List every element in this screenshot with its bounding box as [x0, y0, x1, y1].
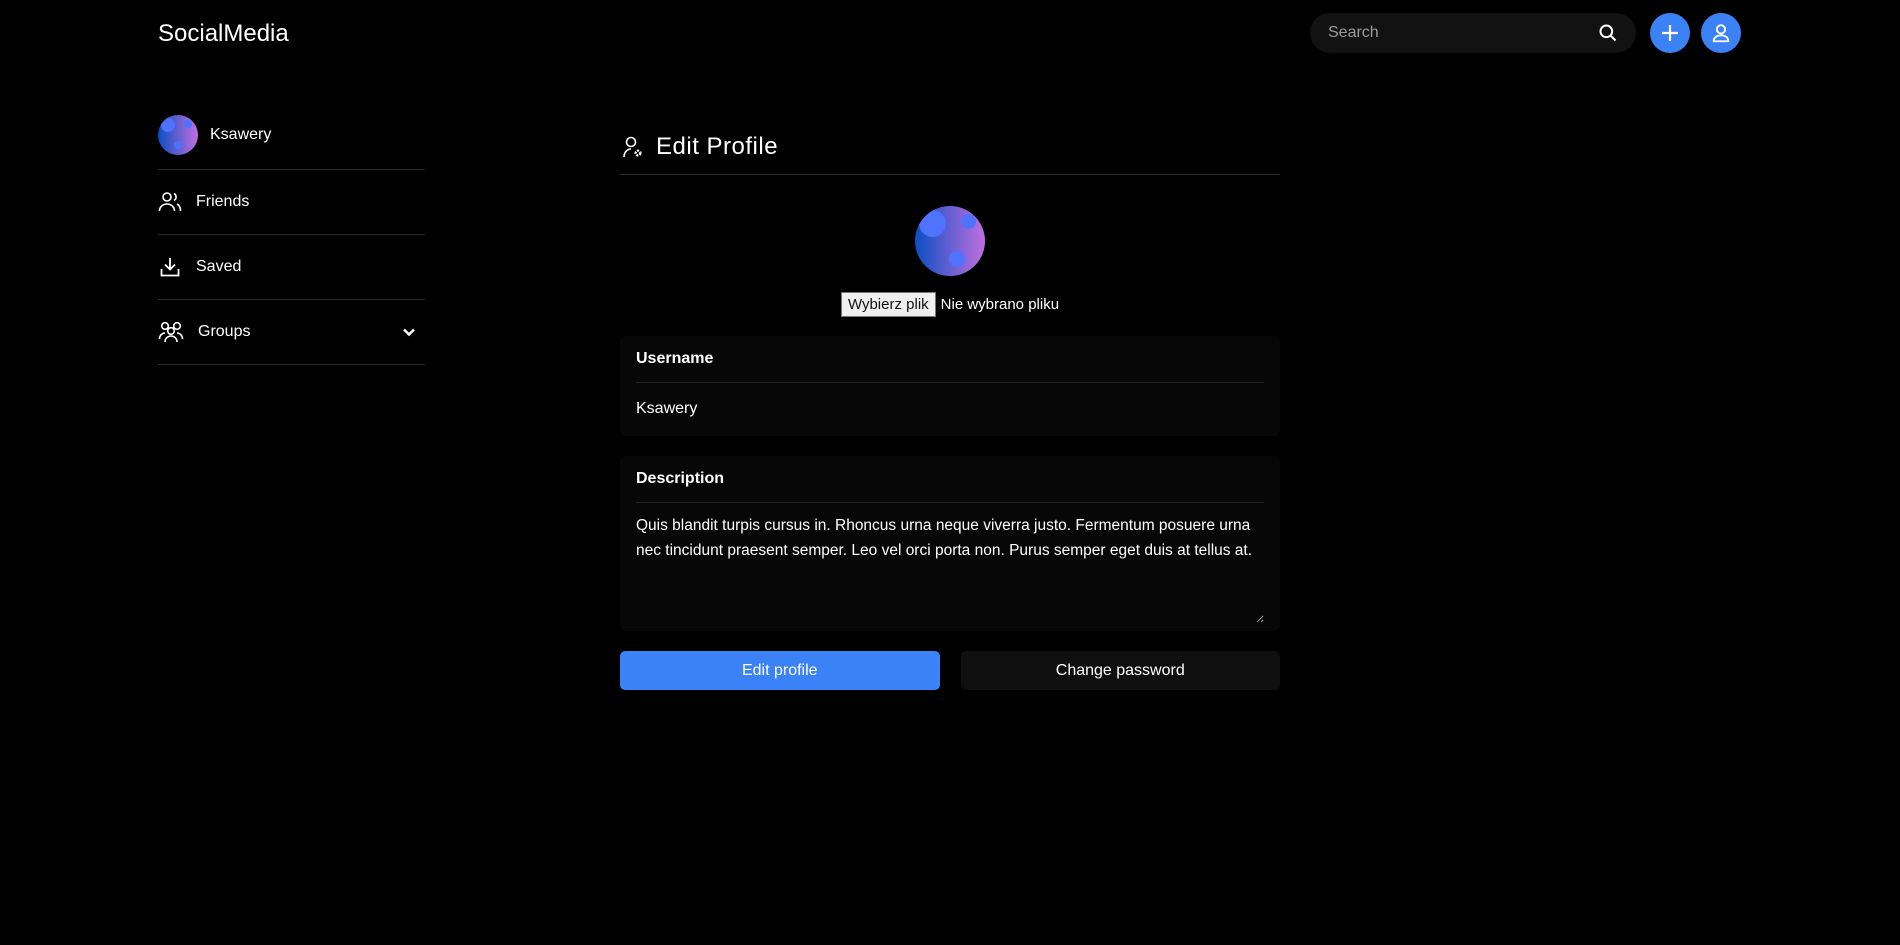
- group-icon: [158, 321, 184, 343]
- chevron-down-icon[interactable]: [401, 324, 417, 340]
- page-title: Edit Profile: [620, 120, 1280, 175]
- sidebar: Ksawery Friends Saved Groups: [158, 100, 425, 365]
- edit-profile-panel: Edit Profile Wybierz plik Nie wybrano pl…: [620, 120, 1280, 690]
- description-label: Description: [636, 456, 1264, 503]
- edit-profile-button[interactable]: Edit profile: [620, 651, 940, 690]
- description-card: Description Quis blandit turpis cursus i…: [620, 456, 1280, 631]
- search-bar: [1310, 13, 1636, 53]
- change-password-button[interactable]: Change password: [960, 651, 1280, 690]
- username-card: Username Ksawery: [620, 336, 1280, 436]
- avatar-file-input: Wybierz plik Nie wybrano pliku: [620, 292, 1280, 317]
- sidebar-item-saved[interactable]: Saved: [158, 235, 425, 300]
- sidebar-item-label: Groups: [198, 323, 251, 340]
- sidebar-item-groups[interactable]: Groups: [158, 300, 425, 365]
- download-icon: [160, 258, 180, 277]
- users-icon: [158, 192, 182, 212]
- plus-icon: [1662, 25, 1678, 41]
- profile-avatar: [915, 206, 985, 276]
- description-textarea[interactable]: Quis blandit turpis cursus in. Rhoncus u…: [636, 503, 1264, 623]
- sidebar-item-label: Friends: [196, 193, 250, 210]
- username-field[interactable]: Ksawery: [636, 383, 1264, 435]
- choose-file-button[interactable]: Wybierz plik: [840, 292, 936, 317]
- sidebar-user[interactable]: Ksawery: [158, 100, 425, 170]
- create-post-button[interactable]: [1650, 13, 1690, 53]
- brand-logo[interactable]: SocialMedia: [158, 20, 289, 48]
- user-icon: [1712, 24, 1730, 43]
- profile-button[interactable]: [1701, 13, 1741, 53]
- file-status: Nie wybrano pliku: [940, 296, 1060, 313]
- avatar: [158, 114, 198, 155]
- search-input[interactable]: [1328, 24, 1588, 42]
- sidebar-item-label: Saved: [196, 258, 242, 275]
- user-settings-icon: [623, 136, 642, 158]
- sidebar-user-name: Ksawery: [210, 125, 272, 143]
- search-icon[interactable]: [1598, 23, 1618, 43]
- username-label: Username: [636, 336, 1264, 383]
- sidebar-item-friends[interactable]: Friends: [158, 170, 425, 235]
